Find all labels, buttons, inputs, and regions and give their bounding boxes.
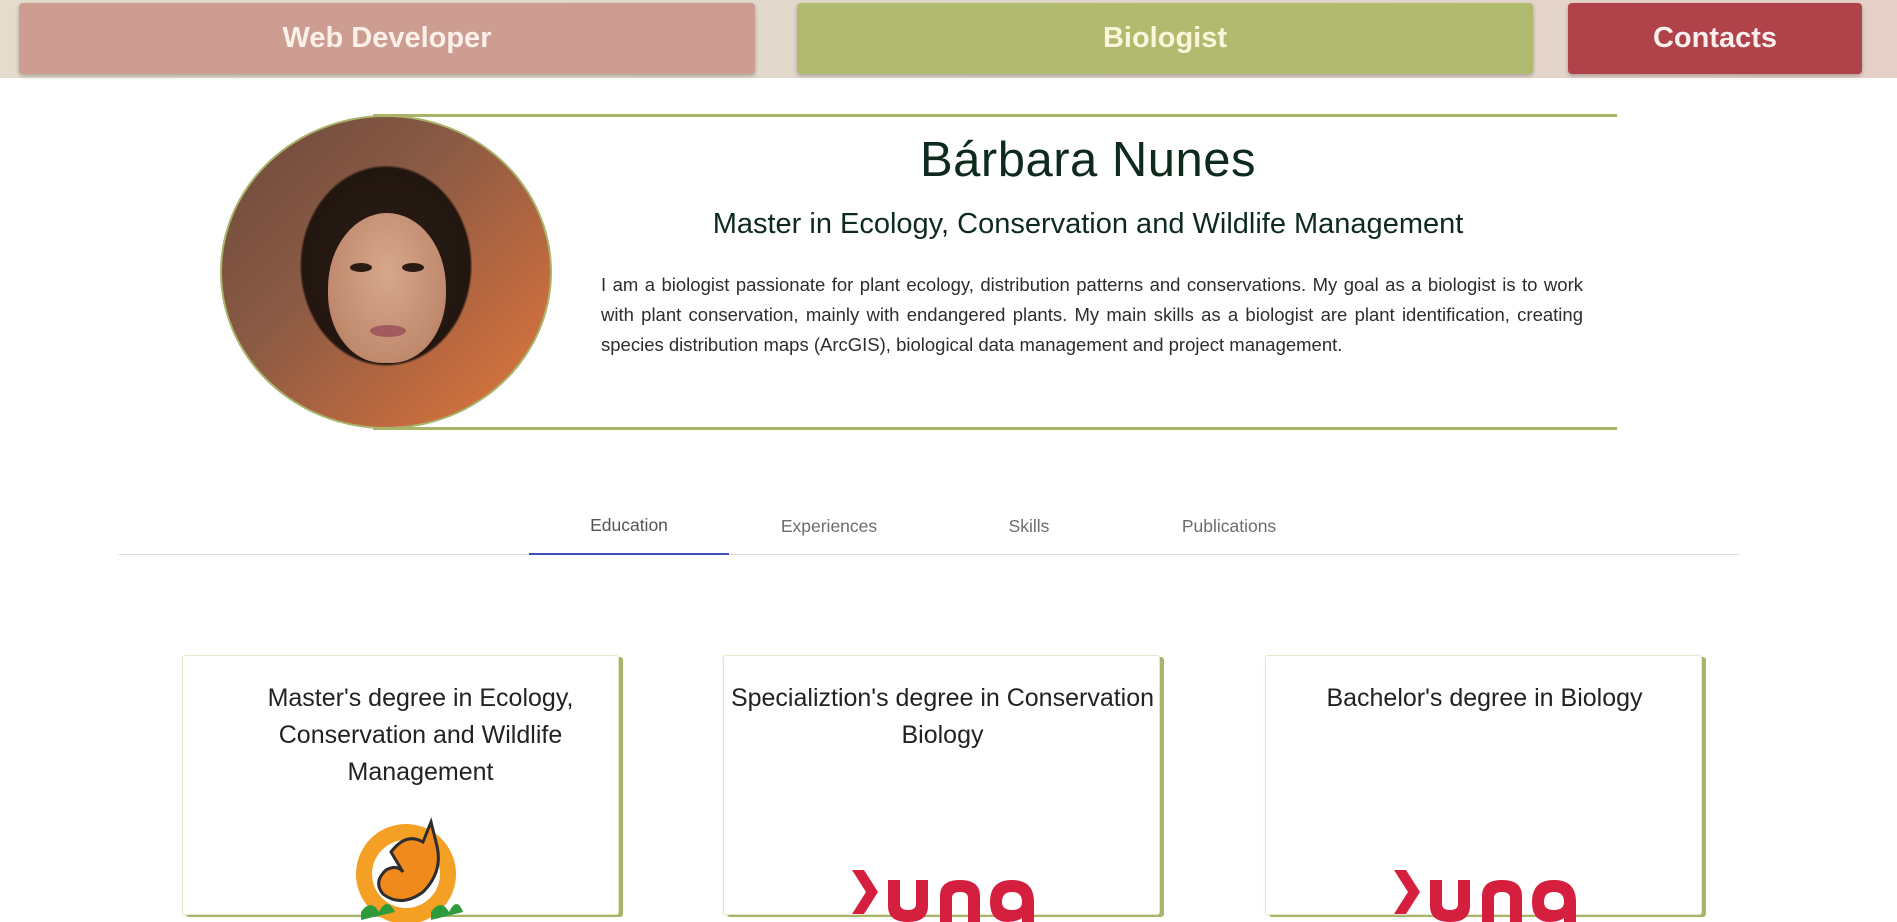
education-card-specialization: Specializtion's degree in Conservation B… (723, 655, 1160, 922)
card-title: Master's degree in Ecology, Conservation… (267, 684, 574, 786)
profile-divider-bottom (373, 427, 1617, 430)
profile-photo-lips (370, 325, 406, 337)
tab-publications[interactable]: Publications (1129, 498, 1329, 555)
section-tabs: Education Experiences Skills Publication… (119, 498, 1739, 555)
una-logo-icon (852, 870, 1034, 922)
profile-header: Bárbara Nunes Master in Ecology, Conserv… (218, 112, 1618, 432)
profile-bio: I am a biologist passionate for plant ec… (601, 274, 1583, 355)
profile-photo-face (328, 213, 446, 363)
contacts-button[interactable]: Contacts (1568, 3, 1862, 74)
tab-experiences[interactable]: Experiences (729, 498, 929, 555)
top-navigation: Web Developer Biologist Contacts (0, 0, 1897, 78)
una-logo-icon (1394, 870, 1576, 922)
profile-photo-eye (350, 263, 372, 272)
card-title: Specializtion's degree in Conservation B… (730, 684, 1155, 749)
tab-education[interactable]: Education (529, 498, 729, 555)
fox-logo-icon (356, 817, 463, 922)
tab-skills[interactable]: Skills (929, 498, 1129, 555)
profile-divider-top (373, 114, 1617, 117)
biologist-button[interactable]: Biologist (797, 3, 1533, 74)
profile-photo-eye (402, 263, 424, 272)
profile-name: Bárbara Nunes (919, 133, 1257, 187)
card-title: Bachelor's degree in Biology (1326, 684, 1643, 712)
web-developer-button[interactable]: Web Developer (19, 3, 755, 74)
education-card-masters: Master's degree in Ecology, Conservation… (182, 655, 619, 922)
education-card-bachelors: Bachelor's degree in Biology (1265, 655, 1702, 922)
profile-photo (220, 115, 552, 429)
profile-degree: Master in Ecology, Conservation and Wild… (712, 208, 1464, 240)
